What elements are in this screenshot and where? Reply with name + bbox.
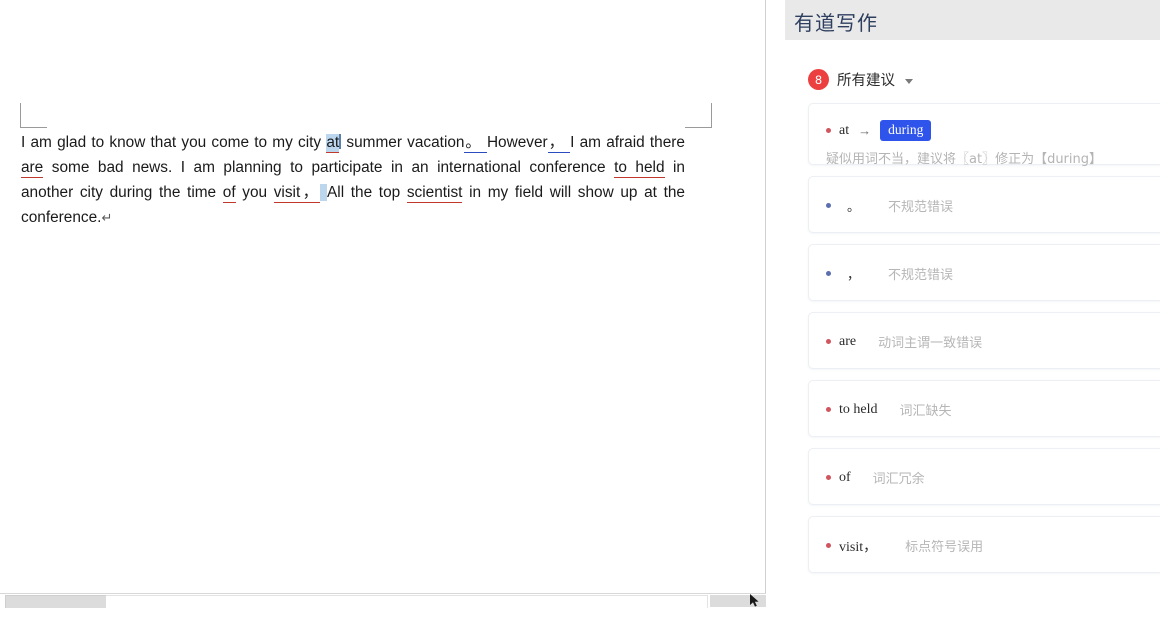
- suggestion-term: at: [839, 123, 849, 139]
- paragraph-mark-icon: ↵: [101, 210, 112, 225]
- error-punct-visit[interactable]: visit，: [274, 184, 321, 203]
- text-run: in my field will show up at the: [462, 184, 685, 201]
- arrow-right-icon: →: [858, 123, 871, 138]
- text-run: some bad news. I am planning to particip…: [43, 159, 614, 176]
- document-page[interactable]: I am glad to know that you come to my ci…: [0, 0, 766, 608]
- error-punct-period[interactable]: 。: [464, 134, 486, 153]
- suggestion-term: are: [839, 334, 856, 350]
- text-run: summer vacation: [341, 134, 464, 151]
- severity-dot-icon: [826, 407, 831, 412]
- suggestion-card-comma[interactable]: ， 不规范错误: [808, 244, 1160, 301]
- suggestion-card-visit[interactable]: visit， 标点符号误用: [808, 516, 1160, 573]
- error-word-are[interactable]: are: [21, 159, 43, 178]
- severity-dot-icon: [826, 271, 831, 276]
- suggestion-error-type: 标点符号误用: [905, 536, 983, 555]
- suggestion-term: of: [839, 470, 851, 486]
- document-horizontal-scrollbar[interactable]: [0, 593, 766, 608]
- text-run: in: [665, 159, 685, 176]
- document-line-2[interactable]: are some bad news. I am planning to part…: [21, 155, 685, 180]
- suggestion-error-type: 不规范错误: [888, 196, 953, 215]
- chevron-down-icon[interactable]: [905, 79, 913, 84]
- document-line-4[interactable]: conference.↵: [21, 205, 685, 230]
- panel-title: 有道写作: [794, 7, 878, 36]
- text-run: I am afraid there: [570, 134, 685, 151]
- suggestion-error-type: 动词主谓一致错误: [878, 332, 982, 351]
- suggestion-card-of[interactable]: of 词汇冗余: [808, 448, 1160, 505]
- suggestion-term: visit，: [839, 536, 877, 556]
- mouse-cursor-icon: [750, 594, 760, 607]
- severity-dot-icon: [826, 339, 831, 344]
- document-vertical-scrollbar[interactable]: [765, 0, 766, 608]
- suggestions-panel: 有道写作 8 所有建议 at → during 疑似用词不当，建议将〖at〗修正…: [785, 0, 1160, 622]
- severity-dot-icon: [826, 203, 831, 208]
- panel-body: 8 所有建议 at → during 疑似用词不当，建议将〖at〗修正为【dur…: [785, 40, 1160, 622]
- document-editor-area[interactable]: I am glad to know that you come to my ci…: [0, 0, 766, 608]
- error-punct-comma[interactable]: ，: [548, 134, 570, 153]
- filter-label: 所有建议: [837, 69, 895, 90]
- severity-dot-icon: [826, 128, 831, 133]
- text-run: However: [487, 134, 548, 151]
- error-phrase-to-held[interactable]: to held: [614, 159, 664, 178]
- suggestion-term: to held: [839, 402, 878, 418]
- suggestion-error-type: 词汇冗余: [873, 468, 925, 487]
- text-run: All the top: [327, 184, 407, 201]
- suggestion-error-type: 不规范错误: [888, 264, 953, 283]
- suggestion-count-badge: 8: [808, 69, 829, 90]
- horizontal-scroll-track[interactable]: [106, 595, 708, 608]
- suggestion-card-at-during[interactable]: at → during 疑似用词不当，建议将〖at〗修正为【during】: [808, 103, 1160, 165]
- error-word-at[interactable]: at: [326, 134, 339, 153]
- text-run: you: [236, 184, 274, 201]
- page-margin-mark-top-left: [20, 103, 47, 128]
- page-margin-mark-top-right: [685, 103, 712, 128]
- suggestion-card-period[interactable]: 。 不规范错误: [808, 176, 1160, 233]
- suggestion-term: 。: [847, 196, 860, 215]
- severity-dot-icon: [826, 543, 831, 548]
- suggestion-card-list: at → during 疑似用词不当，建议将〖at〗修正为【during】 。 …: [785, 103, 1160, 584]
- panel-header: 有道写作: [785, 0, 1160, 40]
- suggestion-error-type: 词汇缺失: [900, 400, 952, 419]
- suggestion-card-are[interactable]: are 动词主谓一致错误: [808, 312, 1160, 369]
- suggestions-filter[interactable]: 8 所有建议: [808, 69, 913, 90]
- youdao-writing-window: I am glad to know that you come to my ci…: [0, 0, 1160, 622]
- suggestion-replacement-chip[interactable]: during: [880, 120, 931, 141]
- suggestion-description: 疑似用词不当，建议将〖at〗修正为【during】: [809, 141, 1160, 167]
- error-word-scientist[interactable]: scientist: [407, 184, 463, 203]
- document-line-1[interactable]: I am glad to know that you come to my ci…: [21, 130, 685, 155]
- severity-dot-icon: [826, 475, 831, 480]
- document-text[interactable]: I am glad to know that you come to my ci…: [21, 130, 685, 230]
- text-run: I am glad to know that you come to my ci…: [21, 134, 326, 151]
- horizontal-scroll-thumb[interactable]: [5, 595, 107, 608]
- suggestion-card-to-held[interactable]: to held 词汇缺失: [808, 380, 1160, 437]
- suggestion-term: ，: [847, 264, 860, 283]
- error-word-of[interactable]: of: [223, 184, 236, 203]
- document-line-3[interactable]: another city during the time of you visi…: [21, 180, 685, 205]
- text-run: another city during the time: [21, 184, 223, 201]
- text-run: conference.: [21, 209, 101, 226]
